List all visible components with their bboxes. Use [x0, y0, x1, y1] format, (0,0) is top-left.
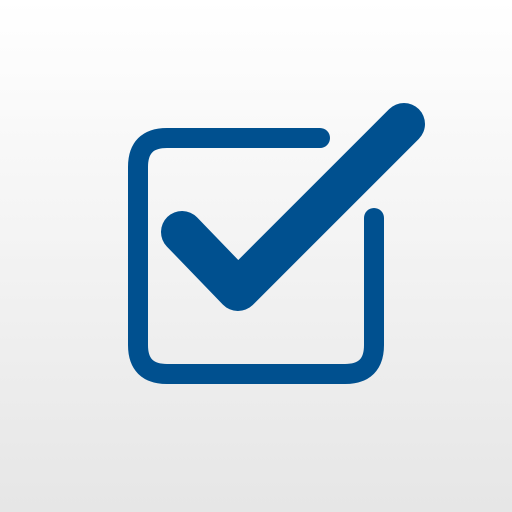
checkbox-checked-icon: [128, 103, 425, 384]
app-icon-tile: [0, 0, 512, 512]
